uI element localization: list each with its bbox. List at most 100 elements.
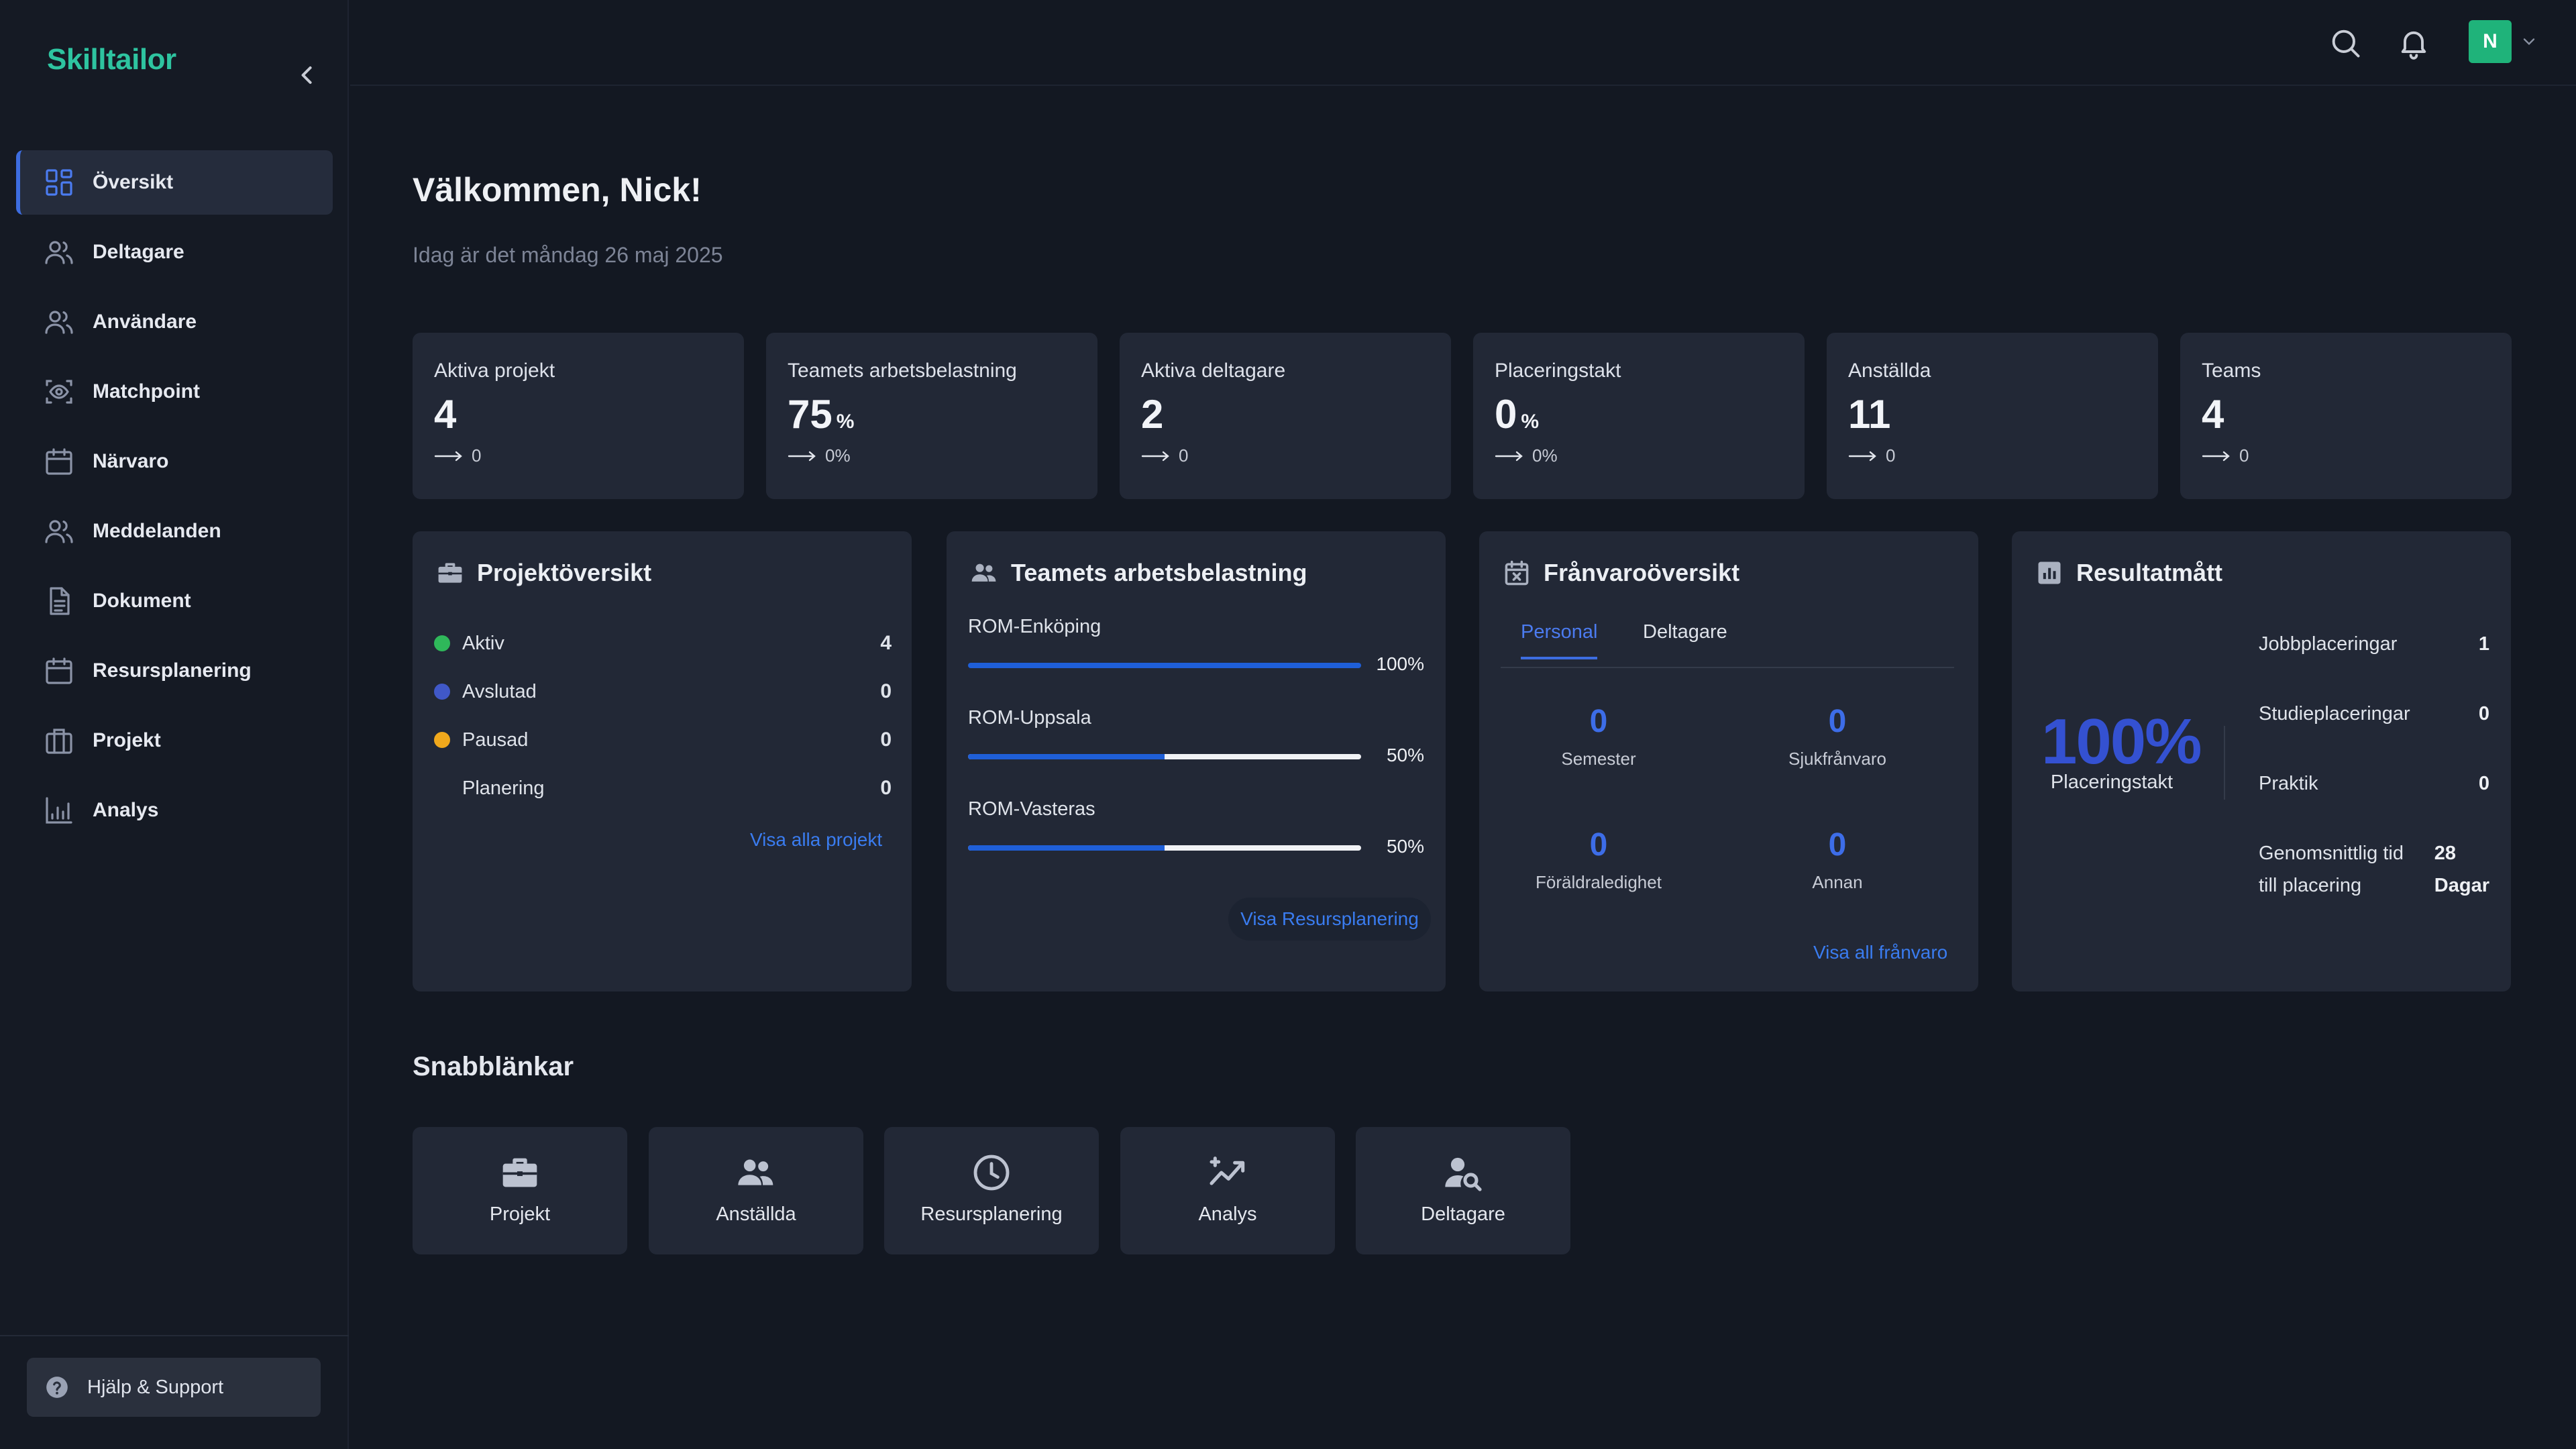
workload-bar-fill [968,754,1165,759]
workload-percent: 100% [1376,653,1424,674]
sidebar-item-label: Användare [93,311,197,333]
workload-bar-fill [968,663,1361,668]
search-icon[interactable] [2328,25,2363,60]
result-row-avg-time: Genomsnittlig tid till placering 28 Dagar [2259,843,2489,896]
quicklink-label: Projekt [489,1203,551,1225]
eye-scan-icon [43,376,75,408]
absence-value: 0 [1828,704,1847,739]
stat-card-placeringstakt: Placeringstakt 0% 0% [1473,333,1805,499]
sidebar-item-resursplanering[interactable]: Resursplanering [16,639,333,703]
arrow-right-icon [788,449,817,464]
arrow-right-icon [1848,449,1878,464]
workload-bar [968,663,1361,668]
workload-percent: 50% [1386,745,1424,765]
project-status-avslutad: Avslutad 0 [434,675,892,708]
sidebar-item-matchpoint[interactable]: Matchpoint [16,360,333,424]
sidebar-item-label: Resursplanering [93,659,252,682]
workload-panel: Teamets arbetsbelastning ROM-Enköping 10… [947,531,1446,991]
quicklink-deltagare[interactable]: Deltagare [1356,1127,1570,1254]
result-row: Praktik 0 [2259,773,2489,794]
results-divider [2224,726,2225,800]
document-icon [43,585,75,617]
sidebar-item-dokument[interactable]: Dokument [16,569,333,633]
stat-card-teams: Teams 4 0 [2180,333,2512,499]
quicklink-projekt[interactable]: Projekt [413,1127,627,1254]
project-status-pausad: Pausad 0 [434,723,892,757]
status-dot [434,780,450,796]
stat-label: Aktiva deltagare [1141,360,1286,382]
sidebar-item-anvandare[interactable]: Användare [16,290,333,354]
arrow-right-icon [1141,449,1171,464]
people-icon [735,1151,777,1194]
stat-value: 2 [1141,392,1164,437]
person-search-icon [1442,1151,1485,1194]
stat-label: Aktiva projekt [434,360,555,382]
chevron-left-icon[interactable] [292,60,322,90]
team-name: ROM-Vasteras [968,798,1095,820]
absence-label: Annan [1812,872,1863,892]
quicklink-anstallda[interactable]: Anställda [649,1127,863,1254]
sidebar-item-label: Närvaro [93,450,169,472]
workload-bar-fill [968,845,1165,851]
status-dot [434,635,450,651]
result-row: Jobbplaceringar 1 [2259,633,2489,655]
sidebar-item-oversikt[interactable]: Översikt [16,150,333,215]
view-all-absence-link[interactable]: Visa all frånvaro [1813,942,1947,963]
sidebar-item-analys[interactable]: Analys [16,778,333,843]
sidebar-divider [0,1335,349,1336]
panel-title: Frånvaroöversikt [1502,558,1739,588]
workload-bar [968,845,1361,851]
sidebar-item-deltagare[interactable]: Deltagare [16,220,333,284]
project-status-aktiv: Aktiv 4 [434,627,892,660]
bell-icon[interactable] [2396,25,2431,60]
help-support-button[interactable]: Hjälp & Support [27,1358,321,1417]
absence-panel: Frånvaroöversikt Personal Deltagare 0 Se… [1479,531,1978,991]
view-all-projects-link[interactable]: Visa alla projekt [750,829,882,851]
stat-trend: 0 [434,445,722,466]
stat-card-arbetsbelastning: Teamets arbetsbelastning 75% 0% [766,333,1097,499]
absence-value: 0 [1589,827,1608,863]
avatar[interactable]: N [2469,20,2512,63]
arrow-right-icon [1495,449,1524,464]
absence-value: 0 [1589,704,1608,739]
sidebar-item-label: Översikt [93,171,174,193]
sidebar-item-narvaro[interactable]: Närvaro [16,429,333,494]
tab-personal[interactable]: Personal [1521,621,1598,659]
users-icon [43,236,75,268]
result-row: Studieplaceringar 0 [2259,703,2489,724]
quicklink-label: Resursplanering [920,1203,1063,1225]
help-icon [44,1375,70,1400]
absence-value: 0 [1828,827,1847,863]
sidebar-item-projekt[interactable]: Projekt [16,708,333,773]
sidebar-item-label: Deltagare [93,241,184,263]
app-logo[interactable]: Skilltailor [47,43,176,76]
stat-card-aktiva-deltagare: Aktiva deltagare 2 0 [1120,333,1451,499]
date-text: Idag är det måndag 26 maj 2025 [413,243,723,267]
help-support-label: Hjälp & Support [87,1376,224,1398]
briefcase-icon [435,558,465,588]
quicklink-resursplanering[interactable]: Resursplanering [884,1127,1099,1254]
team-name: ROM-Enköping [968,616,1102,637]
arrow-right-icon [2202,449,2231,464]
sidebar-item-label: Analys [93,799,159,821]
sidebar: Skilltailor Översikt Deltagare Användare [0,0,349,1449]
stat-trend: 0% [1495,445,1783,466]
absence-label: Sjukfrånvaro [1788,749,1886,769]
quicklink-label: Analys [1198,1203,1257,1225]
calendar-x-icon [1502,558,1532,588]
stat-card-anstallda: Anställda 11 0 [1827,333,2158,499]
quicklinks-title: Snabblänkar [413,1052,574,1081]
sidebar-item-meddelanden[interactable]: Meddelanden [16,499,333,564]
chevron-down-icon[interactable] [2520,32,2538,51]
people-icon [969,558,999,588]
stat-label: Anställda [1848,360,1931,382]
stat-card-aktiva-projekt: Aktiva projekt 4 0 [413,333,744,499]
view-resource-planning-button[interactable]: Visa Resursplanering [1228,898,1431,941]
tab-deltagare[interactable]: Deltagare [1643,621,1727,657]
stat-value: 75% [788,392,855,437]
panel-title: Teamets arbetsbelastning [969,558,1307,588]
stat-value: 11 [1848,392,1891,437]
quicklink-analys[interactable]: Analys [1120,1127,1335,1254]
absence-label: Semester [1561,749,1636,769]
quicklink-label: Anställda [716,1203,796,1225]
